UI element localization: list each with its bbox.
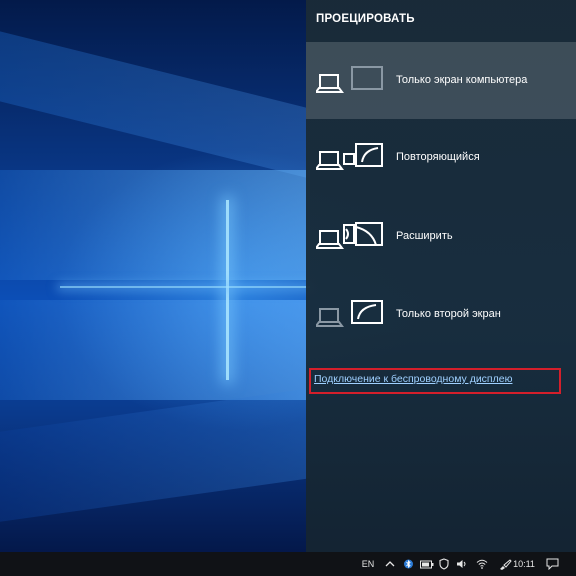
battery-icon[interactable]	[418, 552, 436, 576]
option-label: Только второй экран	[396, 308, 501, 320]
wallpaper-pane	[0, 170, 310, 280]
defender-icon[interactable]	[436, 552, 452, 576]
wifi-icon[interactable]	[474, 552, 490, 576]
wallpaper-light	[60, 286, 310, 288]
wallpaper-pane	[0, 31, 310, 179]
pc-screen-only-icon	[316, 66, 383, 93]
option-extend[interactable]: Расширить	[306, 198, 576, 275]
project-panel: ПРОЕЦИРОВАТЬ Только экран компьютера Пов…	[306, 0, 576, 552]
option-label: Только экран компьютера	[396, 74, 528, 86]
option-label: Расширить	[396, 230, 453, 242]
bluetooth-icon[interactable]	[400, 552, 416, 576]
extend-icon	[316, 222, 383, 249]
language-indicator[interactable]: EN	[356, 552, 380, 576]
option-duplicate[interactable]: Повторяющийся	[306, 119, 576, 196]
clock[interactable]: 10:11	[510, 552, 538, 576]
duplicate-icon	[316, 143, 383, 170]
notification-icon[interactable]	[540, 552, 564, 576]
wallpaper-light	[226, 200, 229, 380]
option-pc-screen-only[interactable]: Только экран компьютера	[306, 42, 576, 119]
wallpaper-pane	[0, 388, 310, 522]
highlight-box	[309, 368, 561, 394]
taskbar: EN 10:11	[0, 552, 576, 576]
panel-title: ПРОЕЦИРОВАТЬ	[316, 13, 415, 25]
chevron-up-icon[interactable]	[382, 552, 398, 576]
option-second-screen-only[interactable]: Только второй экран	[306, 276, 576, 353]
option-label: Повторяющийся	[396, 151, 480, 163]
second-screen-only-icon	[316, 300, 383, 327]
volume-icon[interactable]	[454, 552, 470, 576]
wallpaper-pane	[0, 300, 310, 400]
